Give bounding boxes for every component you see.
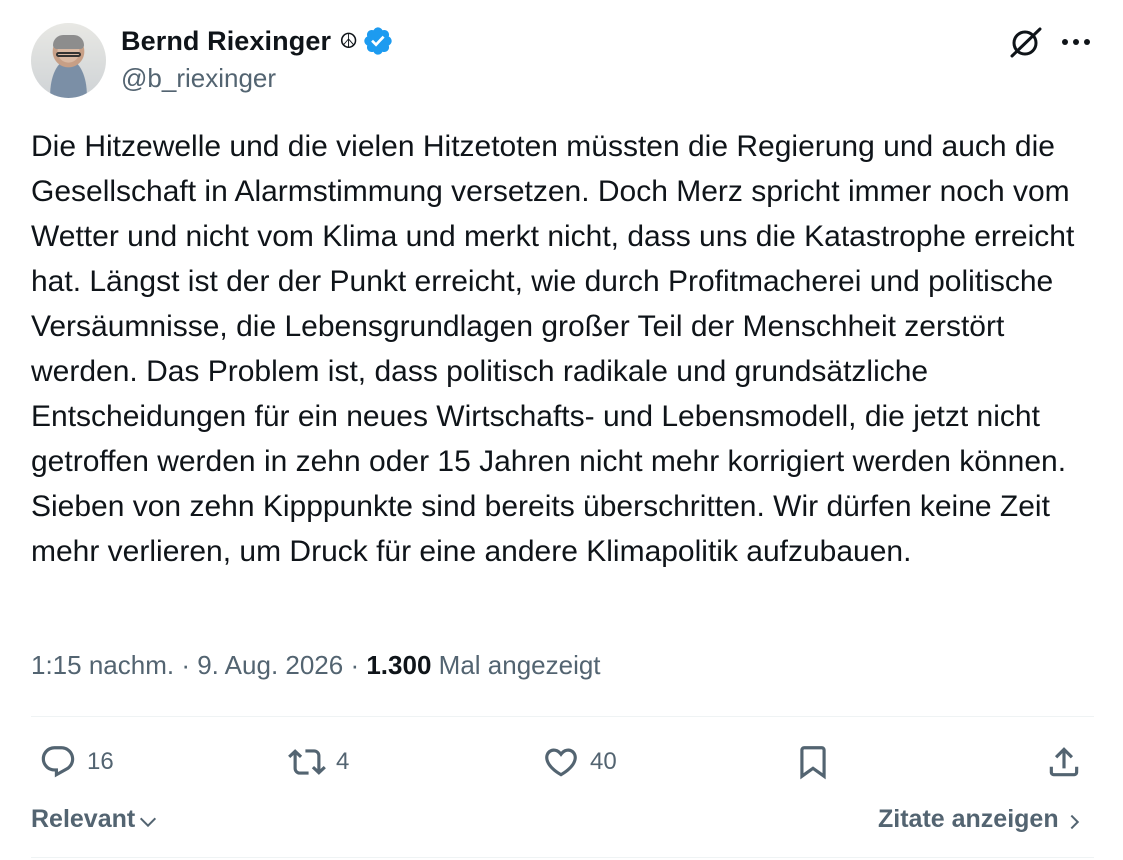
views-count: 1.300 xyxy=(366,650,432,680)
more-options-icon[interactable] xyxy=(1058,28,1094,56)
share-button[interactable] xyxy=(1045,735,1083,789)
divider xyxy=(31,716,1094,717)
views-label: Mal angezeigt xyxy=(438,650,601,680)
reply-icon xyxy=(41,746,75,778)
share-icon xyxy=(1049,747,1079,777)
divider xyxy=(31,857,1094,858)
verified-badge-icon[interactable] xyxy=(362,25,394,57)
peace-emoji: ☮ xyxy=(339,28,358,53)
grok-icon[interactable] xyxy=(1006,24,1044,62)
tweet-date[interactable]: 9. Aug. 2026 xyxy=(197,650,343,680)
tweet-text: Die Hitzewelle und die vielen Hitzetoten… xyxy=(31,130,1075,568)
view-quotes-link[interactable]: Zitate anzeigen xyxy=(878,805,1085,834)
author-name-row: Bernd Riexinger ☮ xyxy=(121,24,394,58)
reply-count: 16 xyxy=(87,748,114,775)
like-icon xyxy=(545,748,577,777)
tweet-meta: 1:15 nachm. · 9. Aug. 2026 · 1.300 Mal a… xyxy=(31,650,601,681)
sort-replies-dropdown[interactable]: Relevant xyxy=(31,805,159,834)
avatar-hair xyxy=(53,35,84,49)
quotes-label: Zitate anzeigen xyxy=(878,805,1059,833)
retweet-button[interactable]: 4 xyxy=(288,735,349,789)
tweet: Bernd Riexinger ☮ @b_riexinger Die Hitze… xyxy=(0,0,1123,860)
chevron-right-icon xyxy=(1070,814,1079,829)
bookmark-icon xyxy=(800,746,826,780)
reply-button[interactable]: 16 xyxy=(39,735,114,789)
sort-label: Relevant xyxy=(31,805,136,833)
action-bar: 16 4 40 xyxy=(31,735,1094,789)
author-display-name[interactable]: Bernd Riexinger xyxy=(121,26,331,57)
retweet-icon xyxy=(288,749,326,775)
tweet-time[interactable]: 1:15 nachm. xyxy=(31,650,174,680)
like-count: 40 xyxy=(590,748,617,775)
meta-separator: · xyxy=(174,650,198,680)
retweet-count: 4 xyxy=(336,748,350,775)
like-button[interactable]: 40 xyxy=(542,735,617,789)
meta-separator: · xyxy=(343,650,367,680)
avatar-glasses xyxy=(56,52,81,57)
avatar[interactable] xyxy=(31,23,106,98)
bookmark-button[interactable] xyxy=(794,735,832,789)
chevron-down-icon xyxy=(140,817,157,827)
author-handle[interactable]: @b_riexinger xyxy=(121,63,276,94)
